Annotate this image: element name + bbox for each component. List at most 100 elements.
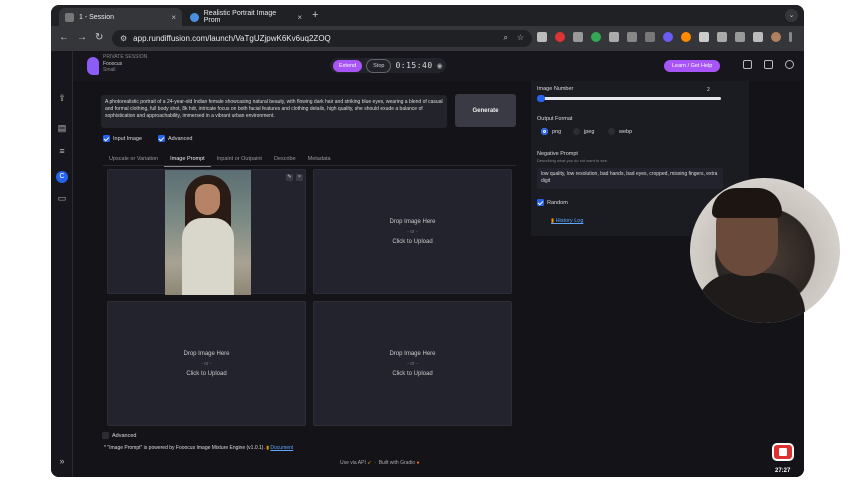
new-tab-icon[interactable]: + <box>312 9 318 21</box>
puzzle-icon[interactable] <box>717 32 727 42</box>
checkbox-icon[interactable] <box>103 135 110 142</box>
eye-icon[interactable]: ◉ <box>437 62 443 70</box>
negative-prompt-label: Negative Prompt <box>537 151 578 157</box>
generate-button[interactable]: Generate <box>455 94 516 127</box>
use-via-api-link[interactable]: Use via API <box>340 460 366 466</box>
input-image-checkbox[interactable]: Input Image <box>103 135 142 142</box>
extension-icon[interactable] <box>573 32 583 42</box>
tab-title: Realistic Portrait Image Prom <box>203 10 277 24</box>
book-icon[interactable]: ▤ <box>56 123 68 135</box>
bookmark-star-icon[interactable]: ☆ <box>517 33 524 42</box>
browser-toolbar: ← → ↻ ⚙ app.rundiffusion.com/launch/VaTg… <box>51 26 804 51</box>
drop-text: Drop Image Here <box>389 350 436 357</box>
stop-recording-button[interactable] <box>772 443 794 461</box>
extension-icon[interactable] <box>699 32 709 42</box>
close-icon[interactable]: × <box>297 13 302 22</box>
image-prompt-slot-3[interactable]: Drop Image Here - or - Click to Upload <box>107 301 306 426</box>
extension-icon[interactable] <box>555 32 565 42</box>
media-icon[interactable] <box>735 32 745 42</box>
forward-icon[interactable]: → <box>77 32 87 43</box>
image-prompt-slot-1[interactable]: ✎ × <box>107 169 306 295</box>
download-icon[interactable] <box>753 32 763 42</box>
monitor-icon[interactable]: ▭ <box>56 193 68 205</box>
output-format-label: Output Format <box>537 116 573 122</box>
prompt-input[interactable]: A photorealistic portrait of a 24-year-o… <box>101 95 447 128</box>
slider-knob[interactable] <box>537 95 545 102</box>
extension-icon[interactable] <box>681 32 691 42</box>
negative-prompt-input[interactable]: low quality, low resolution, bad hands, … <box>537 168 723 189</box>
input-image-label: Input Image <box>113 135 143 142</box>
drop-text: Drop Image Here <box>183 350 230 357</box>
tab-bar: 1 - Session × Realistic Portrait Image P… <box>51 5 804 26</box>
menu-icon[interactable] <box>789 32 792 42</box>
built-with-gradio-link[interactable]: Built with Gradio <box>379 460 415 466</box>
or-text: - or - <box>407 228 418 235</box>
document-link[interactable]: Document <box>270 445 293 451</box>
image-number-value: 2 <box>707 87 710 93</box>
webcam-overlay <box>690 178 840 323</box>
expand-icon[interactable]: » <box>56 456 68 468</box>
extension-icon[interactable] <box>645 32 655 42</box>
recording-time: 27:27 <box>775 468 791 474</box>
open-external-icon[interactable] <box>764 60 773 69</box>
rundiffusion-logo-icon <box>87 57 99 75</box>
address-bar[interactable]: ⚙ app.rundiffusion.com/launch/VaTgUZjpwK… <box>112 30 532 47</box>
image-prompt-slot-4[interactable]: Drop Image Here - or - Click to Upload <box>313 301 512 426</box>
app-footer: Use via API ➶ · Built with Gradio ● <box>340 460 420 466</box>
stack-icon[interactable]: ≡ <box>56 146 68 158</box>
c-icon[interactable]: C <box>56 171 68 183</box>
image-prompt-slot-2[interactable]: Drop Image Here - or - Click to Upload <box>313 169 512 294</box>
close-icon[interactable]: × <box>296 174 303 181</box>
user-icon[interactable] <box>785 60 794 69</box>
extension-icon[interactable] <box>591 32 601 42</box>
close-icon[interactable]: × <box>171 13 176 22</box>
avatar[interactable] <box>771 32 781 42</box>
back-icon[interactable]: ← <box>59 32 69 43</box>
format-png-radio[interactable]: png <box>541 128 561 135</box>
extend-button[interactable]: Extend <box>333 59 363 72</box>
radio-icon[interactable] <box>608 128 615 135</box>
session-info: PRIVATE SESSION Fooocus Small <box>103 54 147 74</box>
checkbox-icon[interactable] <box>158 135 165 142</box>
reload-icon[interactable]: ↻ <box>95 32 103 43</box>
extension-icon[interactable] <box>663 32 673 42</box>
checkbox-icon[interactable] <box>537 199 544 206</box>
radio-icon[interactable] <box>573 128 580 135</box>
history-log-link[interactable]: ▮ History Log <box>551 218 583 224</box>
search-icon[interactable]: ⌕ <box>504 33 508 43</box>
edit-icon[interactable]: ✎ <box>286 174 293 181</box>
pen-icon[interactable] <box>537 32 547 42</box>
format-jpeg-radio[interactable]: jpeg <box>573 128 594 135</box>
left-rail: ⇪ ▤ ≡ C ▭ » <box>51 51 73 477</box>
gradio-logo-icon: ● <box>416 460 420 466</box>
advanced-bottom-checkbox[interactable]: Advanced <box>102 432 136 439</box>
portrait-face <box>195 184 220 215</box>
image-number-slider[interactable] <box>537 95 721 102</box>
help-button[interactable]: Learn / Get Help <box>664 60 721 72</box>
session-timer: 0:15:40 <box>395 61 433 70</box>
site-settings-icon[interactable]: ⚙ <box>120 34 127 43</box>
or-text: - or - <box>407 360 418 367</box>
stop-button[interactable]: Stop <box>366 58 392 73</box>
book-icon: ▮ <box>266 445 270 451</box>
camera-icon[interactable] <box>609 32 619 42</box>
presenter-body <box>695 273 805 323</box>
advanced-label: Advanced <box>168 135 193 142</box>
checkbox-icon[interactable] <box>102 432 109 439</box>
tab-title: 1 - Session <box>79 13 115 21</box>
format-label: webp <box>619 128 633 135</box>
url-text: app.rundiffusion.com/launch/VaTgUZjpwK6K… <box>133 34 331 43</box>
footnote-text: * "Image Prompt" is powered by Fooocus I… <box>104 445 265 451</box>
random-checkbox[interactable]: Random <box>537 199 568 206</box>
format-webp-radio[interactable]: webp <box>608 128 632 135</box>
extension-icon[interactable] <box>627 32 637 42</box>
gallery-icon[interactable] <box>743 60 752 69</box>
radio-icon[interactable] <box>541 128 548 135</box>
chevron-down-icon[interactable]: ⌄ <box>785 9 798 22</box>
tab-portrait-prompt[interactable]: Realistic Portrait Image Prom × <box>184 8 308 26</box>
advanced-checkbox[interactable]: Advanced <box>158 135 192 142</box>
advanced-bottom-label: Advanced <box>112 432 137 439</box>
upload-icon[interactable]: ⇪ <box>56 93 68 105</box>
tab-session[interactable]: 1 - Session × <box>59 8 182 26</box>
click-text: Click to Upload <box>186 370 227 377</box>
